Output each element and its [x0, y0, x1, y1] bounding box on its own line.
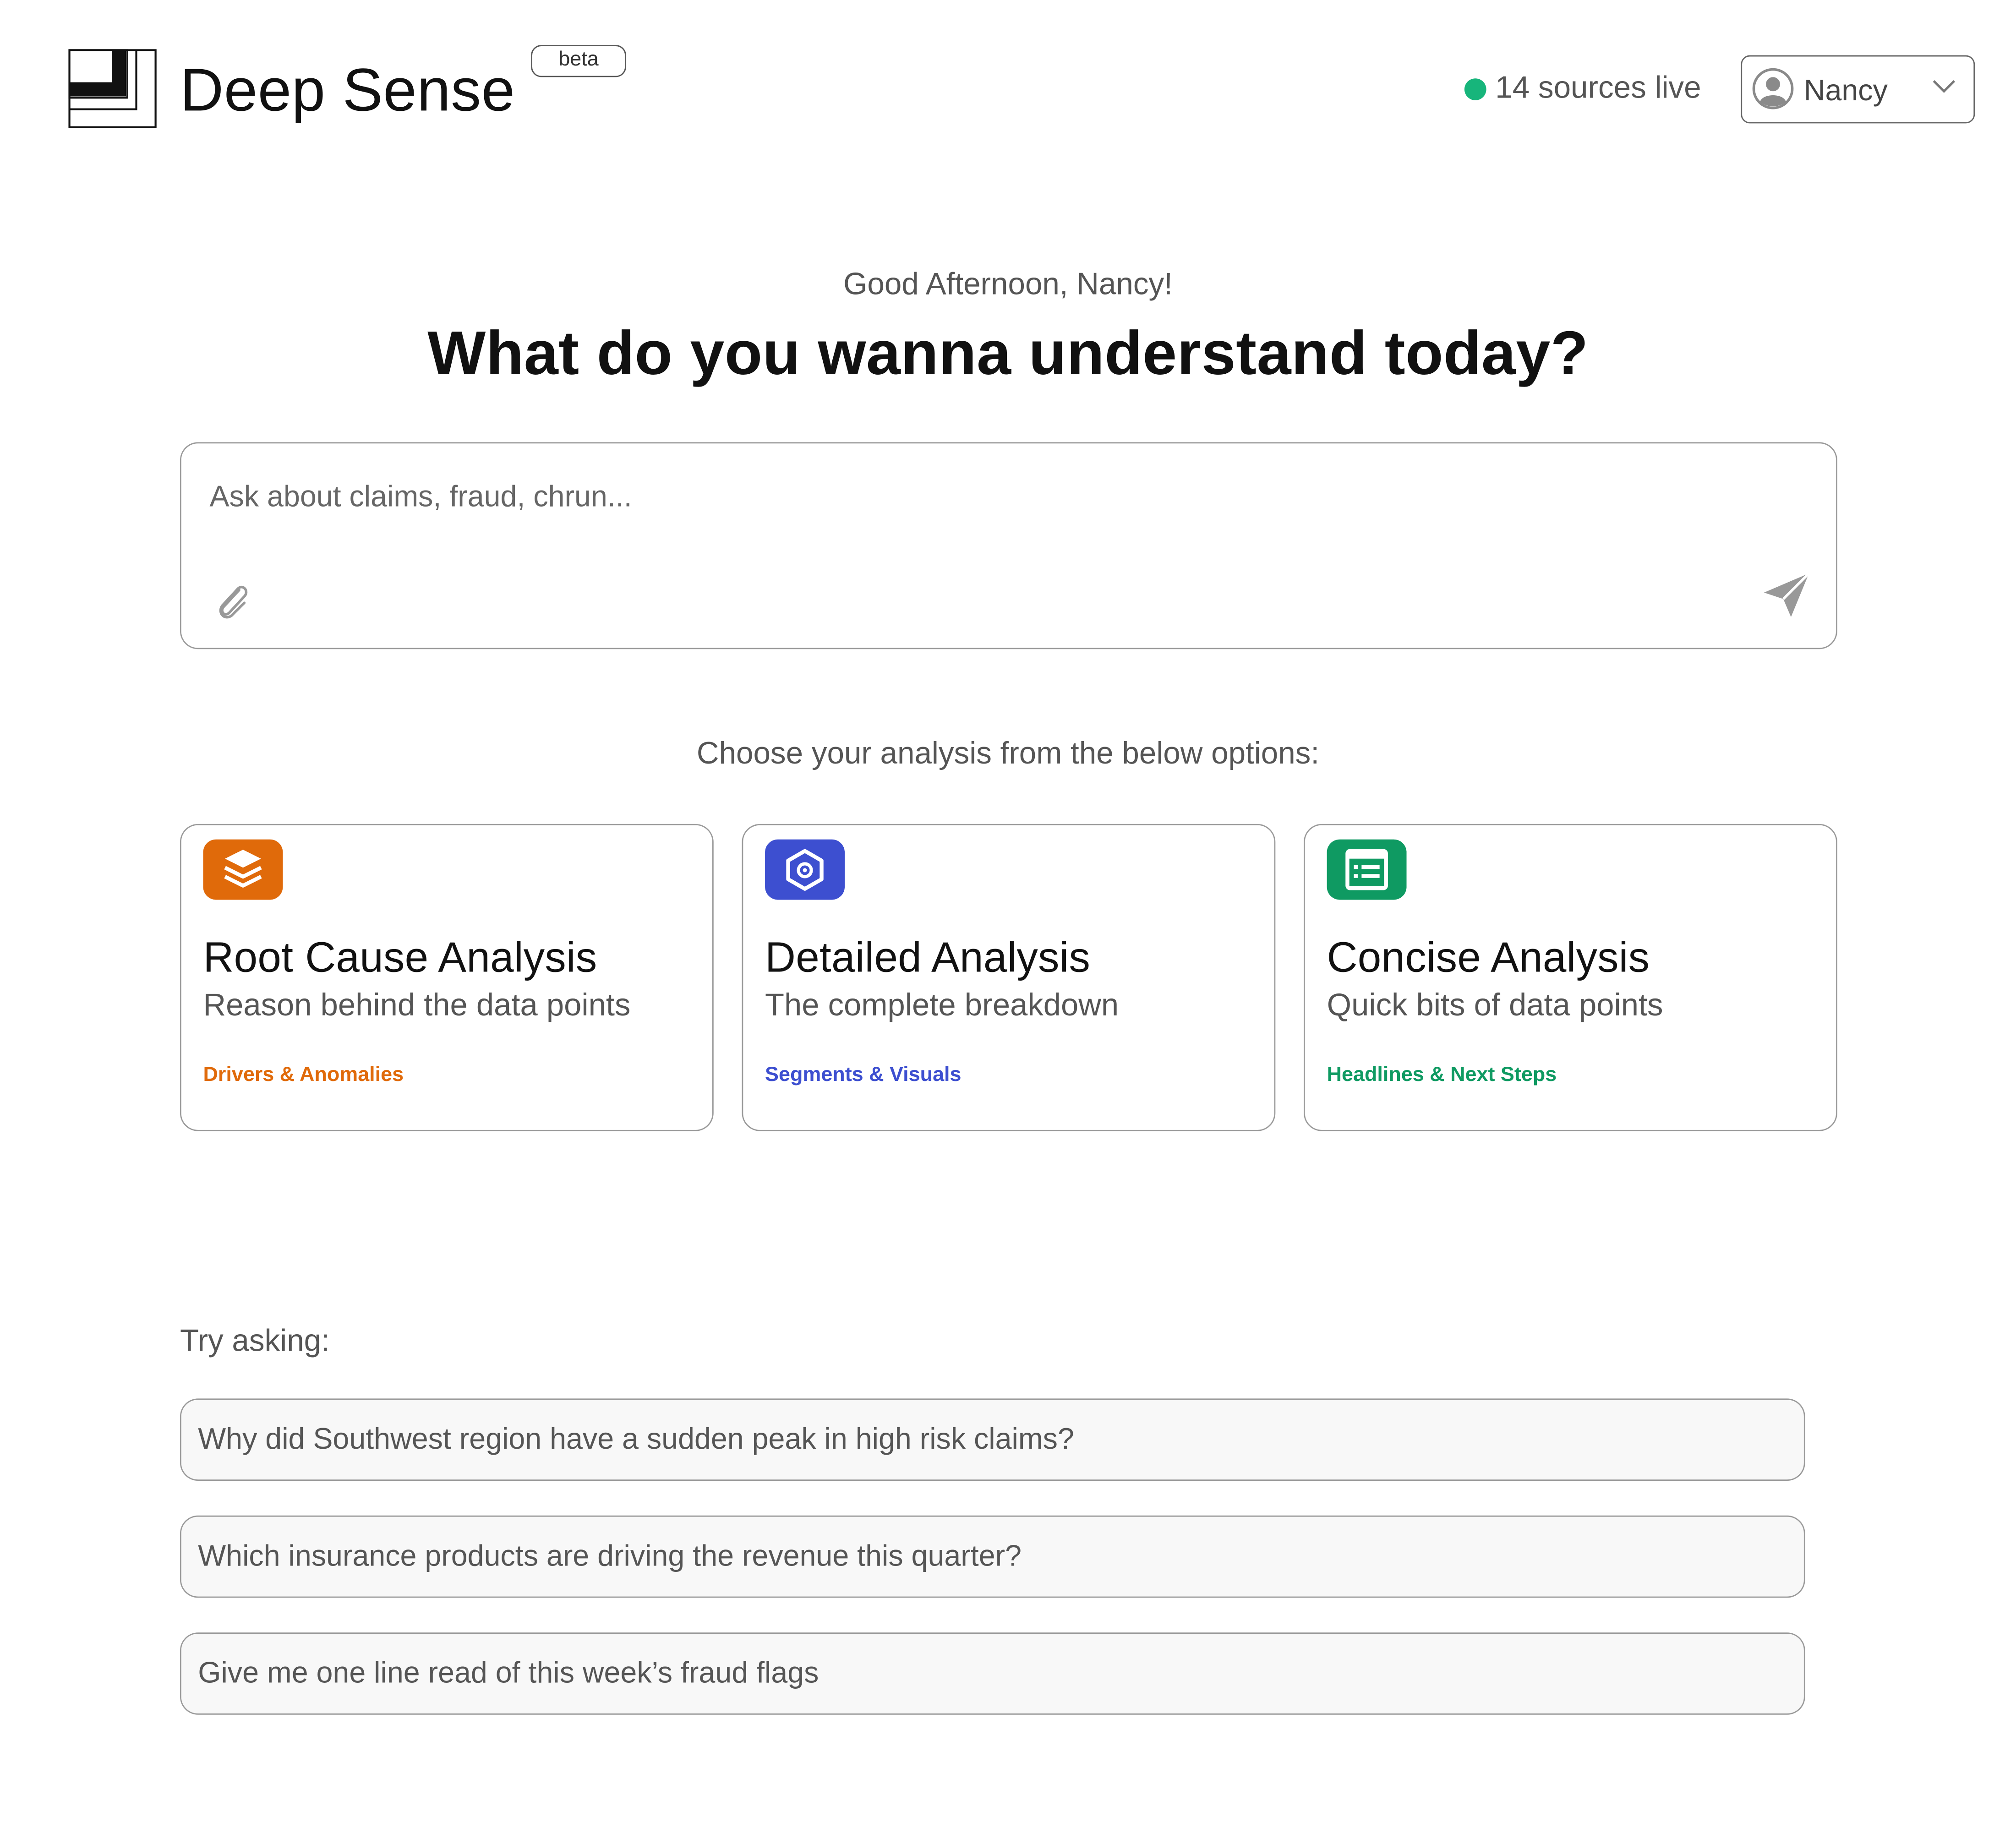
cube-icon: [765, 839, 845, 900]
option-tag: Headlines & Next Steps: [1327, 1064, 1557, 1086]
chevron-down-icon: [1933, 80, 1956, 93]
option-tag: Segments & Visuals: [765, 1064, 962, 1086]
ask-input[interactable]: [209, 474, 1688, 518]
option-subtitle: Reason behind the data points: [203, 988, 631, 1023]
user-menu-dropdown[interactable]: Nancy: [1741, 55, 1975, 124]
list-card-icon: [1327, 839, 1407, 900]
logo-icon: [68, 49, 157, 128]
analysis-option-concise[interactable]: Concise Analysis Quick bits of data poin…: [1304, 824, 1837, 1131]
user-avatar-icon: [1752, 68, 1794, 109]
suggestion-chip[interactable]: Which insurance products are driving the…: [180, 1515, 1805, 1598]
suggestion-chip[interactable]: Why did Southwest region have a sudden p…: [180, 1398, 1805, 1481]
suggestion-chip[interactable]: Give me one line read of this week’s fra…: [180, 1632, 1805, 1715]
page-headline: What do you wanna understand today?: [427, 320, 1589, 388]
paperclip-icon[interactable]: [212, 578, 253, 625]
option-title: Root Cause Analysis: [203, 933, 597, 981]
suggestions-label: Try asking:: [180, 1324, 330, 1359]
ask-box: [180, 442, 1837, 649]
greeting: Good Afternoon, Nancy!: [843, 267, 1173, 302]
layers-icon: [203, 839, 283, 900]
send-icon[interactable]: [1756, 567, 1813, 623]
status-indicator-icon: [1464, 78, 1486, 100]
app-title: Deep Sense: [180, 55, 515, 124]
option-subtitle: Quick bits of data points: [1327, 988, 1663, 1023]
analysis-option-root-cause[interactable]: Root Cause Analysis Reason behind the da…: [180, 824, 714, 1131]
user-name: Nancy: [1803, 73, 1888, 107]
analysis-option-detailed[interactable]: Detailed Analysis The complete breakdown…: [742, 824, 1276, 1131]
option-tag: Drivers & Anomalies: [203, 1064, 404, 1086]
beta-badge: beta: [531, 45, 626, 77]
page: Deep Sense beta 14 sources live Nancy Go…: [0, 0, 2016, 1833]
option-title: Detailed Analysis: [765, 933, 1091, 981]
sources-status: 14 sources live: [1495, 71, 1701, 106]
option-title: Concise Analysis: [1327, 933, 1650, 981]
option-subtitle: The complete breakdown: [765, 988, 1119, 1023]
analysis-prompt: Choose your analysis from the below opti…: [696, 736, 1320, 771]
